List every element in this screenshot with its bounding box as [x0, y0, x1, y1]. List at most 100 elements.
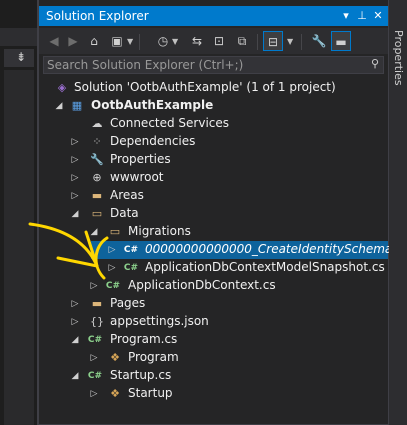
csharp-file-icon: C#	[105, 281, 121, 291]
tree-label: Data	[110, 206, 139, 220]
tree-label: wwwroot	[110, 170, 164, 184]
json-file-icon: {}	[90, 315, 104, 328]
split-window-icon[interactable]: ⇟	[16, 50, 26, 64]
history-icon[interactable]: ◷	[153, 31, 173, 51]
properties-tab-strip: Properties	[389, 0, 407, 425]
pin-icon[interactable]: ⊥	[354, 7, 370, 25]
tree-row-solution[interactable]: ◈ Solution 'OotbAuthExample' (1 of 1 pro…	[39, 79, 388, 97]
sync-icon[interactable]: ⇆	[187, 31, 207, 51]
collapsed-arrow-icon[interactable]: ▷	[88, 385, 100, 403]
csharp-file-icon: C#	[123, 263, 139, 273]
expanded-arrow-icon[interactable]: ◢	[69, 205, 81, 223]
properties-wrench-icon[interactable]: 🔧	[309, 31, 329, 51]
tree-row-project[interactable]: ◢ ▦ OotbAuthExample	[39, 97, 388, 115]
collapse-dropdown-icon[interactable]: ▼	[287, 37, 295, 46]
properties-tab[interactable]: Properties	[392, 30, 405, 86]
folder-open-icon: ▭	[91, 207, 103, 220]
tree-label: Solution 'OotbAuthExample' (1 of 1 proje…	[74, 80, 336, 94]
collapsed-arrow-icon[interactable]: ▷	[69, 169, 81, 187]
tree-label: 00000000000000_CreateIdentitySchema.cs	[145, 242, 407, 256]
tree-row-pages[interactable]: ▷ ▬ Pages	[39, 295, 388, 313]
tree-row-program-class[interactable]: ▷ ❖ Program	[39, 349, 388, 367]
tree-label: Areas	[110, 188, 144, 202]
tree-row-appsettings[interactable]: ▷ {} appsettings.json	[39, 313, 388, 331]
toolbar-separator	[257, 34, 258, 50]
collapsed-arrow-icon[interactable]: ▷	[88, 349, 100, 367]
folder-icon: ▬	[91, 189, 103, 202]
expanded-arrow-icon[interactable]: ◢	[88, 223, 100, 241]
csharp-file-icon: C#	[123, 245, 139, 255]
collapsed-arrow-icon[interactable]: ▷	[69, 295, 81, 313]
collapsed-arrow-icon[interactable]: ▷	[69, 313, 81, 331]
csharp-file-icon: C#	[87, 371, 103, 381]
forward-icon[interactable]: ▶	[63, 31, 83, 51]
csharp-file-icon: C#	[87, 335, 103, 345]
globe-icon: ⊕	[92, 171, 102, 184]
connected-services-icon: ☁	[91, 117, 103, 130]
preview-icon[interactable]: ▬	[331, 31, 351, 51]
collapsed-arrow-icon[interactable]: ▷	[69, 133, 81, 151]
history-dropdown-icon[interactable]: ▼	[172, 37, 180, 46]
expanded-arrow-icon[interactable]: ◢	[69, 367, 81, 385]
tree-row-create-identity-schema[interactable]: ▷ C# 00000000000000_CreateIdentitySchema…	[91, 241, 407, 259]
tree-row-migrations[interactable]: ◢ ▭ Migrations	[39, 223, 388, 241]
collapsed-arrow-icon[interactable]: ▷	[69, 187, 81, 205]
home-icon[interactable]: ⌂	[84, 31, 104, 51]
expanded-arrow-icon[interactable]: ◢	[53, 97, 65, 115]
solution-explorer-panel: Solution Explorer ▾ ⊥ ✕ ◀ ▶ ⌂ ▣ ▼ ◷ ▼ ⇆ …	[38, 0, 407, 425]
close-icon[interactable]: ✕	[370, 7, 386, 25]
tree-row-data[interactable]: ◢ ▭ Data	[39, 205, 388, 223]
panel-title: Solution Explorer	[46, 9, 149, 23]
panel-title-bar[interactable]: Solution Explorer ▾ ⊥ ✕	[39, 6, 388, 26]
solution-tree: ◈ Solution 'OotbAuthExample' (1 of 1 pro…	[39, 78, 407, 425]
back-icon[interactable]: ◀	[44, 31, 64, 51]
tree-label: Connected Services	[110, 116, 230, 130]
collapsed-arrow-icon[interactable]: ▷	[88, 277, 100, 295]
tree-row-model-snapshot[interactable]: ▷ C# ApplicationDbContextModelSnapshot.c…	[39, 259, 388, 277]
pending-changes-icon[interactable]: ⊡	[209, 31, 229, 51]
expanded-arrow-icon[interactable]: ◢	[69, 331, 81, 349]
copy-icon[interactable]: ⧉	[232, 31, 252, 51]
folder-icon: ▬	[91, 297, 103, 310]
switch-views-dropdown-icon[interactable]: ▼	[127, 37, 135, 46]
tree-label: Pages	[110, 296, 146, 310]
collapsed-arrow-icon[interactable]: ▷	[106, 241, 118, 259]
tree-label: Properties	[110, 152, 171, 166]
panel-toolbar: ◀ ▶ ⌂ ▣ ▼ ◷ ▼ ⇆ ⊡ ⧉ ⊟ ▼ 🔧 ▬	[39, 28, 388, 54]
search-icon[interactable]: ⚲	[371, 57, 379, 70]
toolbar-separator	[301, 34, 302, 50]
tree-row-connected-services[interactable]: ☁ Connected Services	[39, 115, 388, 133]
tree-label: Program	[128, 350, 179, 364]
search-box[interactable]: ⚲	[43, 56, 384, 74]
class-icon: ❖	[110, 387, 120, 400]
toolbar-separator	[139, 34, 140, 50]
tree-label: Dependencies	[110, 134, 196, 148]
tree-label: Migrations	[128, 224, 191, 238]
tree-row-program-cs[interactable]: ◢ C# Program.cs	[39, 331, 388, 349]
tree-row-properties[interactable]: ▷ 🔧 Properties	[39, 151, 388, 169]
ide-window: ⇟ Solution Explorer ▾ ⊥ ✕ ◀ ▶ ⌂ ▣ ▼ ◷ ▼ …	[0, 0, 407, 425]
tree-label: Startup	[128, 386, 173, 400]
window-position-dropdown-icon[interactable]: ▾	[338, 7, 354, 25]
tree-label: ApplicationDbContext.cs	[128, 278, 276, 292]
search-input[interactable]	[44, 57, 354, 73]
editor-vertical-scrollbar[interactable]	[4, 70, 34, 425]
collapsed-arrow-icon[interactable]: ▷	[106, 259, 118, 277]
switch-views-icon[interactable]: ▣	[107, 31, 127, 51]
tree-row-startup-class[interactable]: ▷ ❖ Startup	[39, 385, 388, 403]
tree-label: Startup.cs	[110, 368, 172, 382]
editor-area-edge: ⇟	[0, 0, 38, 425]
project-icon: ▦	[71, 99, 83, 112]
tree-label: Program.cs	[110, 332, 178, 346]
collapse-all-icon[interactable]: ⊟	[263, 31, 283, 51]
tree-row-startup-cs[interactable]: ◢ C# Startup.cs	[39, 367, 388, 385]
tree-row-areas[interactable]: ▷ ▬ Areas	[39, 187, 388, 205]
tree-row-wwwroot[interactable]: ▷ ⊕ wwwroot	[39, 169, 388, 187]
collapsed-arrow-icon[interactable]: ▷	[69, 151, 81, 169]
editor-tab-bar	[0, 28, 38, 46]
tree-row-dependencies[interactable]: ▷ ⁘ Dependencies	[39, 133, 388, 151]
tree-label: appsettings.json	[110, 314, 209, 328]
tree-row-application-db-context[interactable]: ▷ C# ApplicationDbContext.cs	[39, 277, 388, 295]
solution-icon: ◈	[57, 81, 67, 94]
dependencies-icon: ⁘	[92, 135, 102, 148]
